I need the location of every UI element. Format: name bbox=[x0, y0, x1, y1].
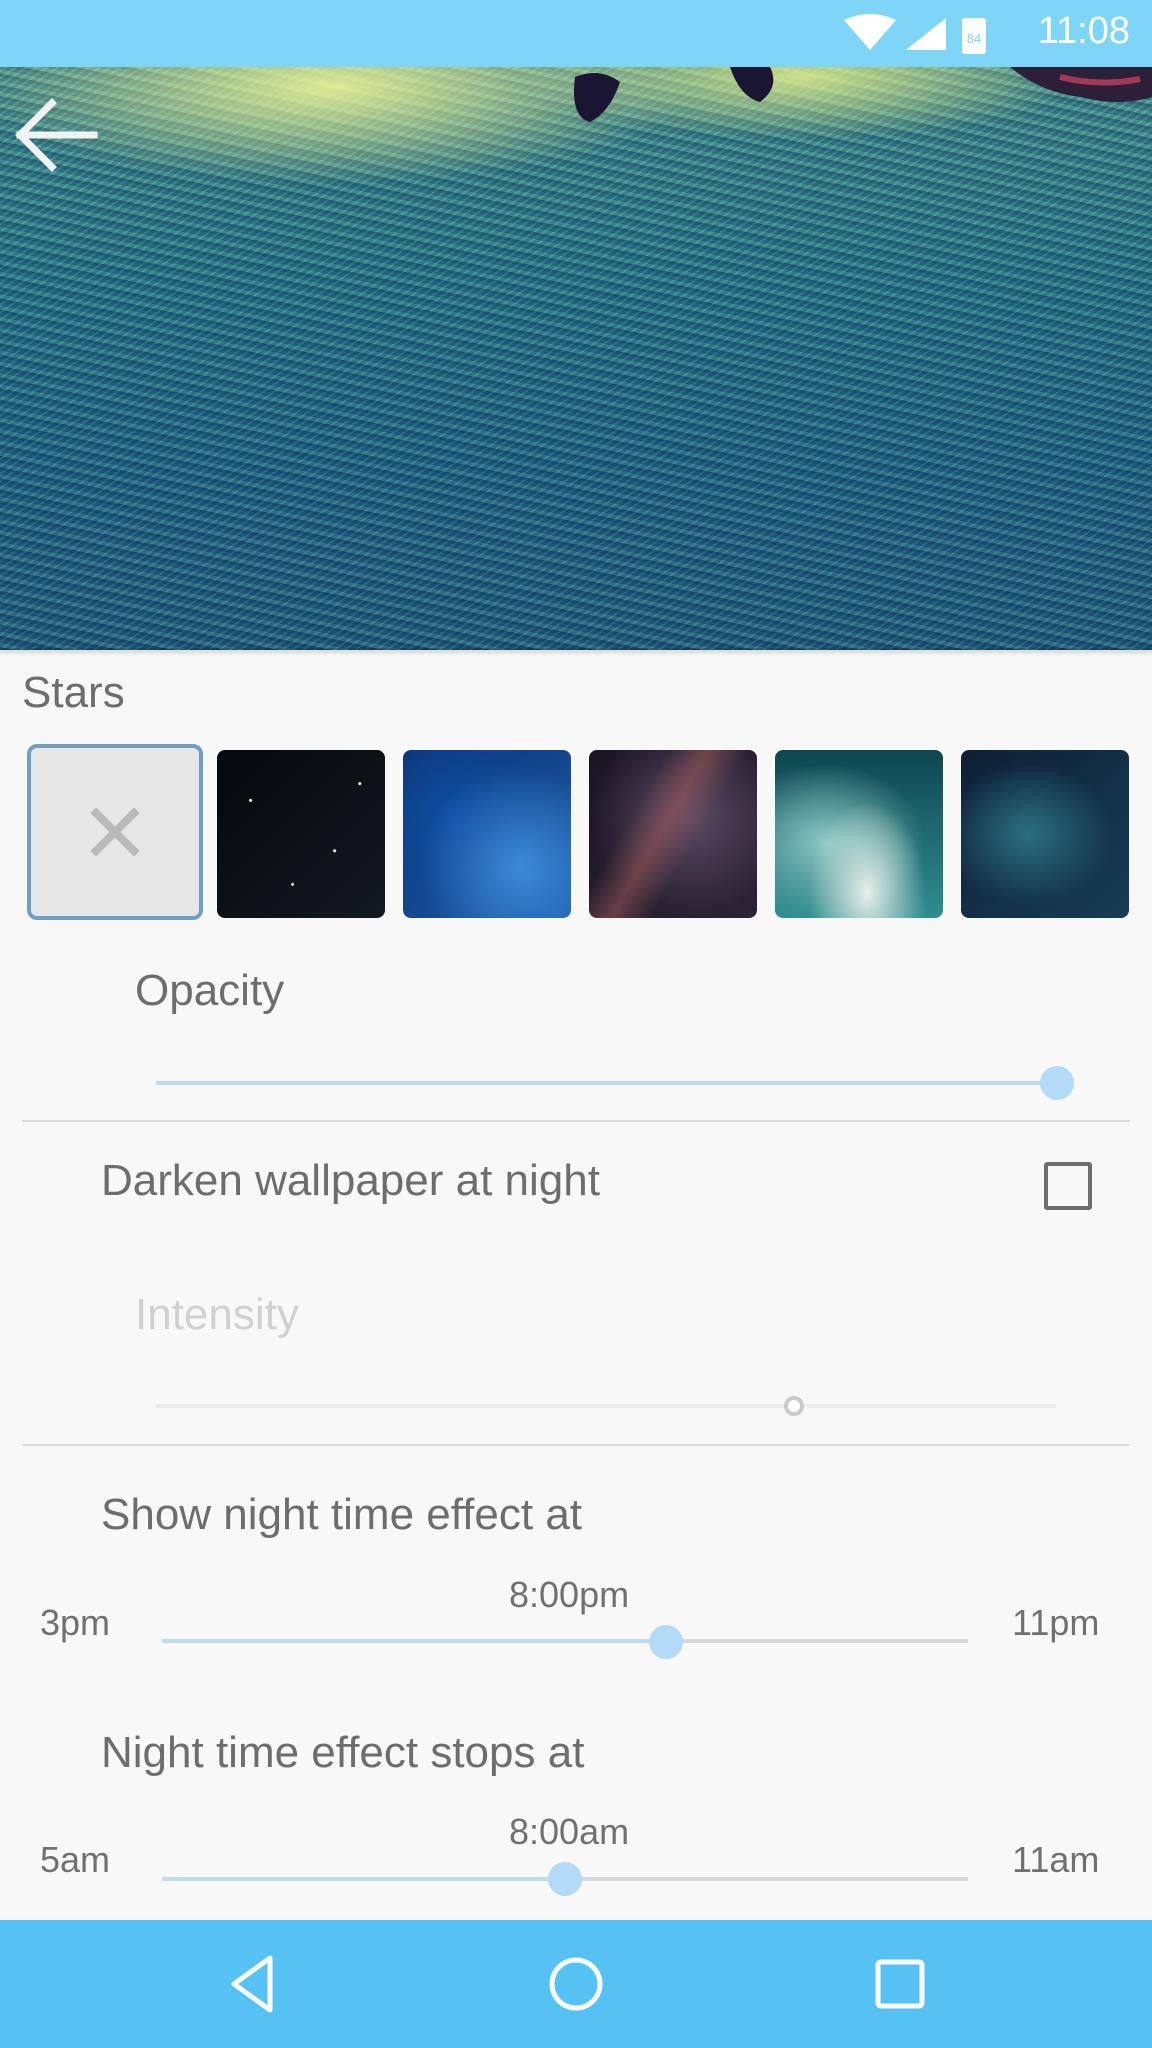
intensity-slider-track bbox=[156, 1404, 1056, 1408]
preview-dark-shapes bbox=[574, 67, 1152, 122]
night-start-min: 3pm bbox=[40, 1602, 111, 1643]
opacity-slider-thumb[interactable] bbox=[1040, 1066, 1074, 1100]
close-icon bbox=[90, 807, 140, 857]
star-option-blue-nebula[interactable] bbox=[403, 750, 571, 918]
arrow-back-icon bbox=[15, 98, 98, 172]
status-icons: 84 bbox=[842, 14, 992, 63]
opacity-label: Opacity bbox=[135, 966, 285, 1015]
nav-recents-icon bbox=[875, 1959, 925, 2009]
status-time: 11:08 bbox=[1037, 10, 1130, 52]
darken-wallpaper-checkbox[interactable] bbox=[1044, 1162, 1092, 1210]
intensity-slider-thumb[interactable] bbox=[784, 1396, 804, 1416]
star-option-teal-clouds[interactable] bbox=[775, 750, 943, 918]
preview-shadow bbox=[0, 648, 1152, 656]
star-option-dark-blue-nebula[interactable] bbox=[961, 750, 1129, 918]
star-option-purple-milky-way[interactable] bbox=[589, 750, 757, 918]
night-stop-value: 8:00am bbox=[509, 1811, 630, 1852]
night-stop-slider-thumb[interactable] bbox=[548, 1862, 582, 1896]
stars-thumbnail-row bbox=[0, 744, 1152, 924]
navigation-bar bbox=[0, 1920, 1152, 2048]
wallpaper-preview bbox=[0, 67, 1152, 650]
star-option-none[interactable] bbox=[27, 744, 203, 920]
wifi-signal-battery-icons: 84 bbox=[844, 14, 986, 54]
divider bbox=[22, 1120, 1130, 1122]
night-start-value: 8:00pm bbox=[509, 1574, 630, 1615]
intensity-label: Intensity bbox=[135, 1290, 299, 1339]
night-start-slider-fill bbox=[162, 1639, 666, 1643]
stars-title: Stars bbox=[22, 668, 125, 717]
night-stop-label: Night time effect stops at bbox=[101, 1728, 585, 1777]
nav-recents-button[interactable] bbox=[860, 1948, 940, 2020]
night-start-slider-thumb[interactable] bbox=[649, 1625, 683, 1659]
night-start-max: 11pm bbox=[1012, 1602, 1100, 1643]
night-stop-max: 11am bbox=[1012, 1839, 1100, 1880]
nav-back-icon bbox=[231, 1955, 273, 2013]
night-start-label: Show night time effect at bbox=[101, 1490, 583, 1539]
darken-wallpaper-label: Darken wallpaper at night bbox=[101, 1156, 600, 1205]
battery-level: 84 bbox=[967, 31, 981, 46]
nav-back-button[interactable] bbox=[214, 1948, 294, 2020]
night-stop-min: 5am bbox=[40, 1839, 111, 1880]
status-bar: 84 11:08 bbox=[0, 0, 1152, 67]
star-option-black-starfield[interactable] bbox=[217, 750, 385, 918]
nav-home-button[interactable] bbox=[536, 1948, 616, 2020]
night-stop-slider-fill bbox=[162, 1877, 565, 1881]
back-button[interactable] bbox=[12, 95, 102, 175]
nav-home-icon bbox=[549, 1957, 603, 2011]
divider bbox=[22, 1444, 1130, 1446]
opacity-slider-fill bbox=[156, 1081, 1056, 1085]
